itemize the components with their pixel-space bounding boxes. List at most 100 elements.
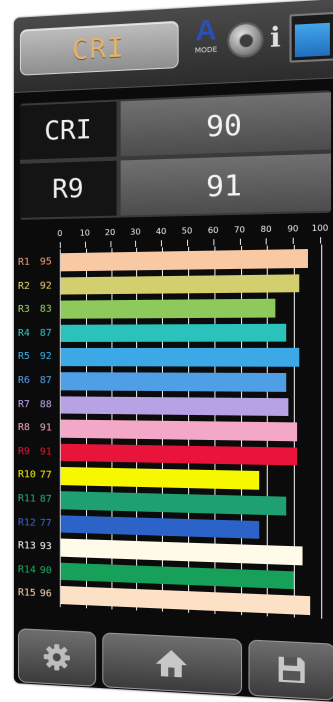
category-label: R11 [17, 493, 36, 505]
value-label: 77 [39, 469, 52, 482]
row-label: R11 87 [18, 493, 58, 505]
readout-row-cri: CRI 90 [19, 92, 332, 161]
row-label: R6 87 [18, 375, 58, 386]
cri-bar-chart: 0 10 20 30 40 50 60 70 80 90 100 R1 95 R2 92 R3 83 R4 87 R… [14, 221, 333, 628]
row-label: R1 95 [18, 256, 58, 268]
record-button[interactable] [229, 23, 262, 57]
bar-r8 [60, 419, 297, 442]
value-label: 91 [39, 446, 52, 458]
x-axis-ticks: 0 10 20 30 40 50 60 70 80 90 100 [14, 221, 333, 249]
x-tick-mark [135, 240, 137, 247]
battery-level [294, 22, 330, 58]
x-tick-label: 0 [57, 228, 63, 239]
x-tick-label: 10 [79, 228, 90, 238]
value-label: 87 [39, 327, 52, 339]
mode-button[interactable]: A MODE [189, 13, 223, 74]
bar-r2 [60, 273, 300, 295]
bar-r12 [60, 514, 260, 539]
x-tick-mark [110, 241, 112, 248]
bar-r13 [60, 538, 303, 566]
x-tick-label: 30 [130, 227, 141, 237]
category-label: R9 [17, 445, 30, 458]
readout-row-r9: R9 91 [19, 153, 332, 220]
bar-r15 [60, 586, 311, 616]
home-button[interactable] [102, 632, 243, 696]
x-tick-mark [266, 238, 268, 245]
lens-icon [238, 33, 254, 49]
bar-r1 [60, 249, 308, 271]
row-label: R12 77 [18, 517, 58, 529]
category-label: R14 [17, 563, 36, 576]
readout-value-cri: 90 [120, 92, 332, 157]
value-label: 93 [39, 541, 52, 553]
device-screen: CRI A MODE i CRI 90 R9 91 0 10 20 30 40 50 60 7… [14, 0, 333, 702]
x-tick-label: 40 [155, 226, 167, 237]
bar-r4 [60, 323, 286, 343]
x-tick-mark [213, 239, 215, 246]
value-label: 95 [39, 256, 52, 268]
x-tick-mark [187, 239, 189, 246]
category-label: R8 [17, 422, 30, 434]
info-button[interactable]: i [270, 17, 281, 59]
row-label: R5 92 [18, 351, 58, 362]
bars-area [59, 244, 323, 619]
bar-r6 [60, 372, 286, 392]
x-tick-mark [59, 242, 61, 249]
row-label: R8 91 [18, 422, 58, 434]
x-tick-label: 20 [104, 227, 116, 238]
value-label: 90 [39, 564, 52, 577]
bar-r11 [60, 491, 286, 516]
x-tick-label: 70 [234, 225, 245, 235]
home-icon [155, 649, 188, 678]
bar-r10 [60, 467, 260, 490]
row-label: R2 92 [18, 280, 58, 291]
x-tick-label: 100 [311, 223, 329, 234]
row-label: R10 77 [18, 469, 58, 481]
row-label: R3 83 [18, 304, 58, 315]
mode-title-button[interactable]: CRI [19, 20, 179, 76]
value-label: 92 [39, 351, 52, 363]
readout-panel: CRI 90 R9 91 [19, 90, 332, 220]
top-bar: CRI A MODE i [14, 0, 333, 94]
row-label: R15 96 [18, 588, 58, 601]
category-label: R15 [17, 587, 36, 600]
category-label: R2 [17, 280, 30, 292]
row-label: R13 93 [18, 540, 58, 552]
mode-label: MODE [194, 45, 218, 55]
bottom-bar [14, 622, 333, 702]
save-button[interactable] [248, 639, 333, 701]
bar-r7 [60, 395, 289, 417]
row-label: R14 90 [18, 564, 58, 577]
category-label: R13 [17, 540, 36, 552]
mode-letter: A [195, 13, 217, 47]
value-label: 92 [39, 280, 52, 292]
bar-r14 [60, 562, 295, 590]
value-label: 87 [39, 375, 52, 387]
page-title: CRI [71, 31, 125, 66]
x-tick-label: 50 [181, 226, 193, 236]
row-label: R9 91 [18, 446, 58, 458]
row-label: R4 87 [18, 328, 58, 339]
category-label: R12 [17, 516, 36, 529]
save-icon [278, 656, 305, 684]
bar-r3 [60, 298, 276, 319]
gridline [321, 244, 323, 619]
category-label: R6 [17, 375, 30, 387]
x-tick-mark [320, 237, 322, 244]
x-tick-mark [239, 238, 241, 245]
readout-label-r9: R9 [19, 160, 117, 218]
category-label: R10 [17, 469, 36, 481]
x-tick-label: 90 [287, 223, 299, 234]
value-label: 77 [39, 517, 52, 529]
settings-button[interactable] [17, 628, 97, 687]
category-label: R4 [17, 327, 30, 339]
value-label: 88 [39, 398, 52, 410]
battery-icon [289, 11, 333, 63]
x-tick-label: 80 [260, 224, 272, 235]
value-label: 83 [39, 303, 52, 316]
category-label: R7 [17, 398, 30, 410]
value-label: 87 [39, 493, 52, 506]
category-label: R1 [17, 256, 30, 268]
readout-value-r9: 91 [120, 153, 332, 216]
value-label: 96 [39, 588, 52, 601]
